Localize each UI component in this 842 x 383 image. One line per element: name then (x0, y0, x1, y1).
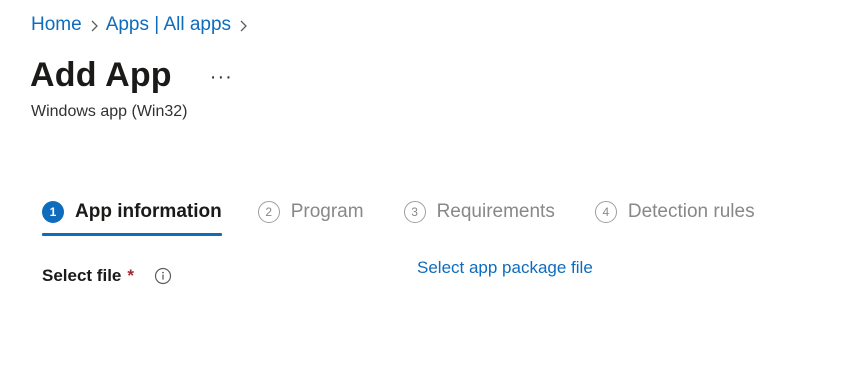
step-number-badge: 2 (257, 201, 280, 223)
step-label: Requirements (436, 201, 555, 222)
breadcrumb-home-link[interactable]: Home (31, 14, 82, 36)
info-icon[interactable] (154, 267, 172, 285)
more-options-button[interactable]: ··· (210, 67, 233, 87)
select-file-label: Select file (42, 266, 122, 285)
breadcrumb: Home Apps | All apps (31, 14, 255, 36)
step-label: Program (290, 201, 364, 222)
title-row: Add App ··· (30, 56, 233, 95)
step-label: App information (75, 201, 222, 222)
wizard-steps: 1 App information 2 Program 3 Requiremen… (42, 196, 755, 236)
step-number-badge: 4 (594, 201, 617, 223)
step-app-information[interactable]: 1 App information (42, 196, 222, 236)
add-app-page: Home Apps | All apps Add App ··· Windows… (0, 0, 842, 383)
step-number-badge: 1 (42, 201, 64, 223)
required-marker: * (127, 266, 134, 285)
step-label: Detection rules (627, 201, 755, 222)
select-app-package-file-link[interactable]: Select app package file (417, 258, 593, 278)
breadcrumb-apps-link[interactable]: Apps | All apps (106, 14, 231, 36)
step-number-badge: 3 (403, 201, 426, 223)
step-program[interactable]: 2 Program (257, 196, 364, 228)
page-title: Add App (30, 56, 172, 94)
step-detection-rules[interactable]: 4 Detection rules (594, 196, 755, 228)
chevron-right-icon (231, 15, 255, 35)
chevron-right-icon (82, 15, 106, 35)
step-requirements[interactable]: 3 Requirements (403, 196, 555, 228)
page-subtitle: Windows app (Win32) (31, 103, 188, 120)
select-file-label-row: Select file * (42, 266, 172, 286)
